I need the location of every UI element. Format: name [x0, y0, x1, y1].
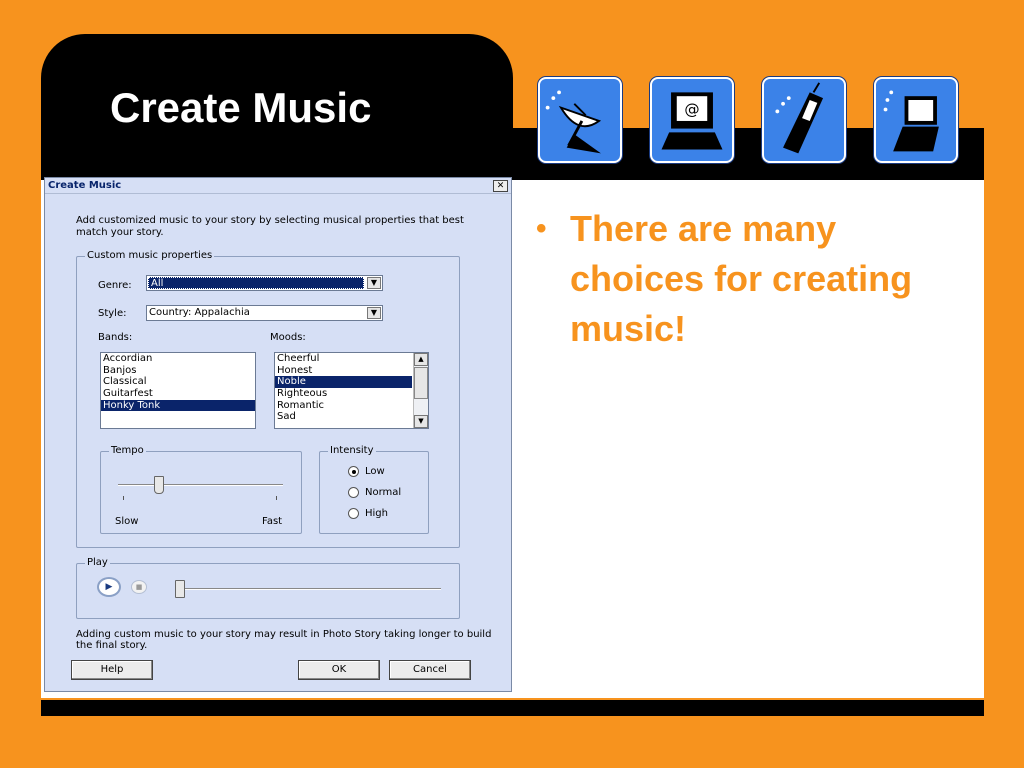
list-item[interactable]: Honky Tonk [101, 399, 255, 412]
close-button[interactable]: ✕ [493, 179, 508, 192]
style-label: Style: [98, 308, 127, 319]
tempo-tick [123, 496, 124, 500]
moods-label: Moods: [270, 332, 306, 343]
genre-label: Genre: [98, 280, 132, 291]
bands-listbox[interactable]: Accordian Banjos Classical Guitarfest Ho… [100, 352, 256, 429]
slide-title: Create Music [110, 84, 372, 131]
scroll-down-icon[interactable]: ▼ [414, 415, 428, 428]
email-computer-icon: @ [650, 77, 734, 163]
tempo-slider-thumb[interactable] [154, 476, 165, 494]
list-item[interactable]: Righteous [275, 388, 412, 400]
footer-band [41, 700, 984, 716]
genre-value: All [151, 278, 164, 289]
tempo-label: Tempo [109, 445, 146, 456]
radio-label: Low [365, 466, 385, 477]
bullet-dot: • [536, 212, 547, 245]
dialog-intro: Add customized music to your story by se… [76, 215, 464, 238]
list-item[interactable]: Noble [275, 376, 412, 389]
mobile-phone-icon [762, 77, 846, 163]
list-item[interactable]: Honest [275, 365, 412, 377]
moods-scrollbar[interactable]: ▲ ▼ [413, 353, 428, 428]
chevron-down-icon[interactable]: ▼ [367, 307, 381, 319]
intensity-label: Intensity [328, 445, 376, 456]
style-value: Country: Appalachia [149, 307, 250, 318]
dialog-title: Create Music [48, 180, 122, 191]
play-button[interactable]: ▶ [97, 577, 121, 597]
intensity-normal-radio[interactable]: Normal [348, 487, 401, 498]
chevron-down-icon[interactable]: ▼ [367, 277, 381, 289]
bands-label: Bands: [98, 332, 133, 343]
stop-button[interactable]: ■ [131, 580, 147, 594]
radio-circle[interactable] [348, 487, 359, 498]
bullet-text: There are many choices for creating musi… [570, 208, 913, 349]
svg-text:@: @ [684, 100, 699, 118]
help-button[interactable]: Help [71, 660, 153, 680]
style-dropdown[interactable]: Country: Appalachia ▼ [146, 305, 383, 321]
list-item[interactable]: Sad [275, 411, 412, 423]
tempo-track[interactable] [118, 484, 283, 486]
list-item[interactable]: Guitarfest [101, 388, 255, 400]
radio-circle[interactable] [348, 508, 359, 519]
intensity-low-radio[interactable]: Low [348, 466, 385, 477]
play-track[interactable] [175, 588, 441, 590]
build-time-note: Adding custom music to your story may re… [76, 629, 492, 651]
radio-circle[interactable] [348, 466, 359, 477]
genre-dropdown[interactable]: All ▼ [146, 275, 383, 291]
list-item[interactable]: Romantic [275, 400, 412, 412]
intensity-high-radio[interactable]: High [348, 508, 388, 519]
play-label: Play [85, 557, 110, 568]
cancel-button[interactable]: Cancel [389, 660, 471, 680]
radio-label: High [365, 508, 388, 519]
handheld-device-icon [874, 77, 958, 163]
list-item[interactable]: Classical [101, 376, 255, 388]
play-slider-thumb[interactable] [175, 580, 185, 598]
create-music-dialog: Create Music ✕ Add customized music to y… [44, 177, 512, 692]
list-item[interactable]: Banjos [101, 365, 255, 377]
radio-label: Normal [365, 487, 402, 498]
list-item[interactable]: Cheerful [275, 353, 412, 365]
tempo-fast-label: Fast [262, 516, 283, 527]
custom-group-label: Custom music properties [85, 250, 215, 261]
ok-button[interactable]: OK [298, 660, 380, 680]
list-item[interactable]: Accordian [101, 353, 255, 365]
satellite-dish-icon [538, 77, 622, 163]
tempo-slow-label: Slow [115, 516, 139, 527]
scroll-thumb[interactable] [414, 367, 428, 399]
bullet-point: • There are many choices for creating mu… [536, 204, 956, 354]
scroll-up-icon[interactable]: ▲ [414, 353, 428, 366]
tempo-tick [276, 496, 277, 500]
moods-listbox[interactable]: Cheerful Honest Noble Righteous Romantic… [274, 352, 429, 429]
dialog-titlebar[interactable]: Create Music ✕ [45, 178, 511, 194]
